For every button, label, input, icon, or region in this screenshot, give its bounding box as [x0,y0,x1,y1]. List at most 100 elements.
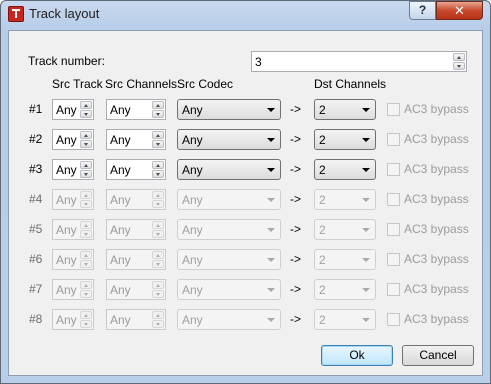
spin-down-icon[interactable] [152,110,164,118]
spin-up-icon[interactable] [80,311,92,319]
src-channels-spinbox[interactable]: Any [106,309,166,330]
spin-up-icon[interactable] [152,281,164,289]
src-track-spinbox[interactable]: Any [52,159,94,180]
spin-up-icon[interactable] [152,191,164,199]
src-track-spinbox[interactable]: Any [52,309,94,330]
src-codec-dropdown[interactable]: Any [177,129,281,150]
spin-down-icon[interactable] [80,320,92,328]
ac3-bypass-checkbox[interactable] [387,193,400,206]
dst-channels-dropdown[interactable]: 2 [314,189,376,210]
src-track-spin-arrows[interactable] [80,251,92,268]
spin-down-icon[interactable] [80,230,92,238]
spin-down-icon[interactable] [152,170,164,178]
spin-down-icon[interactable] [152,230,164,238]
src-codec-dropdown[interactable]: Any [177,159,281,180]
src-track-spin-arrows[interactable] [80,221,92,238]
src-track-spin-arrows[interactable] [80,161,92,178]
dst-channels-dropdown[interactable]: 2 [314,279,376,300]
src-channels-spinbox[interactable]: Any [106,219,166,240]
src-track-spinbox[interactable]: Any [52,99,94,120]
src-channels-spinbox[interactable]: Any [106,159,166,180]
track-number-spinbox[interactable]: 3 [251,51,467,72]
spin-up-icon[interactable] [80,161,92,169]
src-track-spin-arrows[interactable] [80,311,92,328]
src-channels-spin-arrows[interactable] [152,161,164,178]
ac3-bypass-checkbox[interactable] [387,133,400,146]
window-title: Track layout [29,6,100,21]
src-channels-spin-arrows[interactable] [152,131,164,148]
track-number-spin-arrows[interactable] [453,53,465,70]
src-track-spinbox[interactable]: Any [52,249,94,270]
dst-channels-dropdown[interactable]: 2 [314,249,376,270]
ac3-bypass-checkbox[interactable] [387,283,400,296]
spin-down-icon[interactable] [80,140,92,148]
ac3-bypass-checkbox[interactable] [387,223,400,236]
src-codec-dropdown[interactable]: Any [177,219,281,240]
dst-channels-dropdown[interactable]: 2 [314,159,376,180]
src-track-spin-arrows[interactable] [80,281,92,298]
cancel-button[interactable]: Cancel [402,345,474,366]
dst-channels-dropdown[interactable]: 2 [314,309,376,330]
spin-up-icon[interactable] [152,101,164,109]
src-track-spinbox[interactable]: Any [52,189,94,210]
src-channels-spin-arrows[interactable] [152,101,164,118]
src-channels-spinbox[interactable]: Any [106,99,166,120]
spin-up-icon[interactable] [152,311,164,319]
title-bar[interactable]: Track layout ? ✕ [1,1,490,27]
src-codec-dropdown[interactable]: Any [177,309,281,330]
spin-down-icon[interactable] [152,200,164,208]
mapping-arrow: -> [290,282,302,296]
src-codec-dropdown[interactable]: Any [177,99,281,120]
spin-up-icon[interactable] [152,221,164,229]
spin-down-icon[interactable] [80,290,92,298]
spin-down-icon[interactable] [152,320,164,328]
spin-up-icon[interactable] [80,101,92,109]
src-codec-dropdown[interactable]: Any [177,249,281,270]
spin-down-icon[interactable] [152,140,164,148]
close-button[interactable]: ✕ [436,1,483,20]
ok-button[interactable]: Ok [321,345,393,366]
src-channels-spin-arrows[interactable] [152,311,164,328]
spin-up-icon[interactable] [80,221,92,229]
spin-down-icon[interactable] [152,290,164,298]
src-channels-spin-arrows[interactable] [152,281,164,298]
spin-down-icon[interactable] [80,260,92,268]
src-codec-dropdown[interactable]: Any [177,279,281,300]
spin-down-icon[interactable] [453,62,465,70]
src-codec-value: Any [182,193,203,207]
src-channels-spin-arrows[interactable] [152,251,164,268]
spin-up-icon[interactable] [80,281,92,289]
src-track-spin-arrows[interactable] [80,191,92,208]
src-channels-spinbox[interactable]: Any [106,189,166,210]
spin-up-icon[interactable] [152,131,164,139]
src-track-spinbox[interactable]: Any [52,219,94,240]
src-codec-dropdown[interactable]: Any [177,189,281,210]
src-channels-spin-arrows[interactable] [152,221,164,238]
spin-down-icon[interactable] [152,260,164,268]
ac3-bypass-checkbox[interactable] [387,103,400,116]
src-track-spinbox[interactable]: Any [52,279,94,300]
ac3-bypass-checkbox[interactable] [387,313,400,326]
help-button[interactable]: ? [409,1,436,20]
spin-up-icon[interactable] [152,161,164,169]
spin-up-icon[interactable] [80,131,92,139]
src-channels-spinbox[interactable]: Any [106,129,166,150]
src-channels-spinbox[interactable]: Any [106,279,166,300]
dst-channels-dropdown[interactable]: 2 [314,129,376,150]
src-track-spinbox[interactable]: Any [52,129,94,150]
src-track-spin-arrows[interactable] [80,131,92,148]
spin-up-icon[interactable] [80,191,92,199]
spin-up-icon[interactable] [152,251,164,259]
dst-channels-dropdown[interactable]: 2 [314,219,376,240]
src-channels-spin-arrows[interactable] [152,191,164,208]
src-track-spin-arrows[interactable] [80,101,92,118]
spin-down-icon[interactable] [80,110,92,118]
spin-up-icon[interactable] [453,53,465,61]
spin-down-icon[interactable] [80,170,92,178]
ac3-bypass-checkbox[interactable] [387,163,400,176]
ac3-bypass-checkbox[interactable] [387,253,400,266]
dst-channels-dropdown[interactable]: 2 [314,99,376,120]
src-channels-spinbox[interactable]: Any [106,249,166,270]
spin-down-icon[interactable] [80,200,92,208]
spin-up-icon[interactable] [80,251,92,259]
